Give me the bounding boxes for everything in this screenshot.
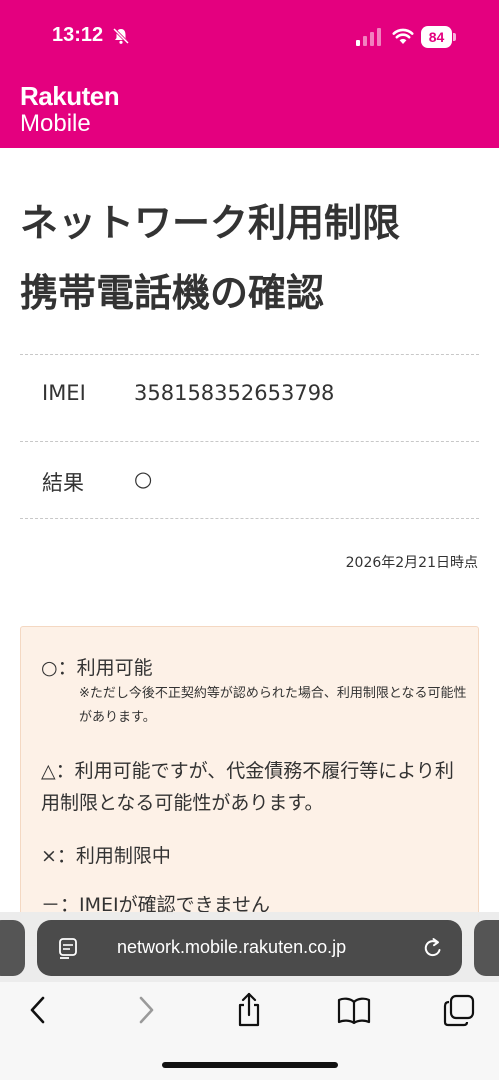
imei-value: 358158352653798 — [134, 381, 335, 405]
reload-icon[interactable] — [421, 936, 445, 960]
previous-tab-preview[interactable] — [0, 920, 25, 976]
battery-level: 84 — [421, 26, 452, 48]
bell-muted-icon — [112, 27, 130, 45]
browser-url-row: network.mobile.rakuten.co.jp — [0, 912, 499, 982]
signal-icon — [356, 28, 381, 46]
next-tab-preview[interactable] — [474, 920, 499, 976]
reader-icon[interactable] — [57, 937, 79, 959]
result-timestamp: 2026年2月21日時点 — [345, 555, 478, 571]
logo-line2: Mobile — [20, 110, 91, 137]
divider — [20, 518, 479, 519]
home-indicator — [162, 1062, 338, 1068]
divider — [20, 354, 479, 355]
url-text[interactable]: network.mobile.rakuten.co.jp — [117, 937, 346, 958]
page-title-line1: ネットワーク利用制限 — [20, 201, 401, 245]
legend-ng: ×：利用制限中 — [41, 845, 171, 867]
app-header: 13:12 84 Rakuten Mobile — [0, 0, 499, 148]
legend-ok-note: ※ただし今後不正契約等が認められた場合、利用制限となる可能性があります。 — [79, 686, 467, 725]
battery-icon: 84 — [421, 26, 457, 48]
imei-label: IMEI — [42, 381, 86, 405]
rakuten-mobile-logo[interactable]: Rakuten Mobile — [20, 81, 120, 138]
bookmarks-icon[interactable] — [334, 992, 374, 1028]
result-label: 結果 — [42, 471, 84, 495]
legend-ok: ○：利用可能 — [41, 657, 153, 679]
status-time: 13:12 — [52, 24, 104, 46]
forward-icon[interactable] — [126, 992, 166, 1028]
tabs-icon[interactable] — [439, 992, 479, 1028]
logo-line1: Rakuten — [20, 81, 120, 111]
legend-box: ○：利用可能 ※ただし今後不正契約等が認められた場合、利用制限となる可能性があり… — [20, 626, 479, 946]
page-title-line2: 携帯電話機の確認 — [20, 271, 325, 315]
result-value: ○ — [134, 467, 153, 491]
divider — [20, 441, 479, 442]
back-icon[interactable] — [18, 992, 58, 1028]
legend-warn: △：利用可能ですが、代金債務不履行等により利用制限となる可能性があります。 — [41, 760, 454, 814]
address-bar[interactable]: network.mobile.rakuten.co.jp — [37, 920, 462, 976]
share-icon[interactable] — [229, 992, 269, 1028]
page-title: ネットワーク利用制限 携帯電話機の確認 — [20, 188, 480, 328]
wifi-icon — [392, 28, 414, 44]
